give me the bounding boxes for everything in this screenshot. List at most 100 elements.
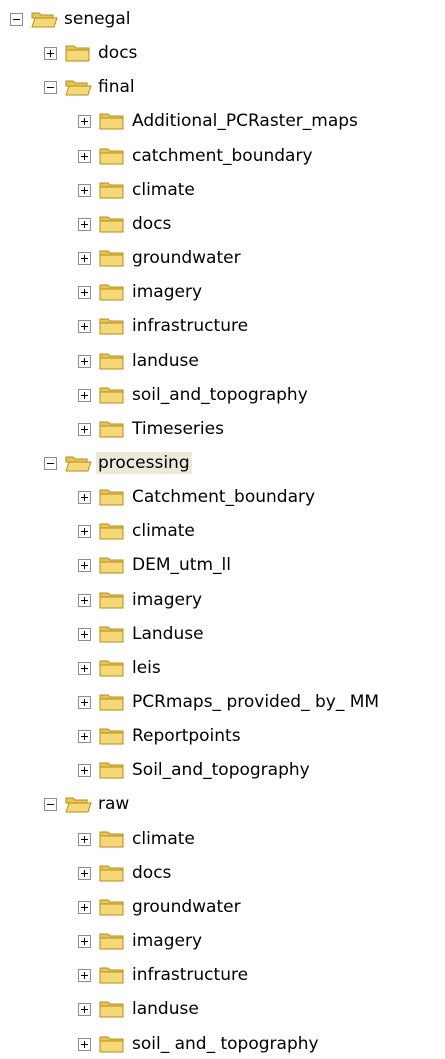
expand-icon[interactable] — [78, 149, 91, 163]
tree-node-dem-utm-ll[interactable]: DEM_utm_ll — [0, 552, 445, 578]
expand-icon[interactable] — [78, 354, 91, 368]
tree-node-final[interactable]: final — [0, 74, 445, 100]
folder-icon — [98, 862, 126, 884]
folder-icon — [98, 554, 126, 576]
tree-node-label[interactable]: processing — [96, 451, 192, 474]
expand-icon[interactable] — [78, 764, 91, 778]
expand-icon[interactable] — [78, 730, 91, 744]
expand-icon[interactable] — [78, 1003, 91, 1017]
expand-icon[interactable] — [78, 832, 91, 846]
tree-node-label[interactable]: imagery — [130, 589, 204, 611]
tree-node-label[interactable]: Reportpoints — [130, 725, 243, 747]
tree-node-label[interactable]: groundwater — [130, 896, 243, 918]
expand-icon[interactable] — [78, 969, 91, 983]
expand-icon[interactable] — [78, 661, 91, 675]
tree-node-label[interactable]: raw — [96, 793, 131, 815]
tree-node-soil-and-topography[interactable]: Soil_and_topography — [0, 757, 445, 783]
tree-node-climate[interactable]: climate — [0, 518, 445, 544]
collapse-icon[interactable] — [44, 81, 57, 95]
tree-node-docs[interactable]: docs — [0, 211, 445, 237]
tree-node-label[interactable]: Catchment_boundary — [130, 486, 317, 508]
expand-icon[interactable] — [78, 1037, 91, 1051]
expand-icon[interactable] — [78, 388, 91, 402]
tree-node-climate[interactable]: climate — [0, 177, 445, 203]
expand-icon[interactable] — [78, 900, 91, 914]
tree-node-groundwater[interactable]: groundwater — [0, 894, 445, 920]
tree-node-imagery[interactable]: imagery — [0, 928, 445, 954]
expand-icon[interactable] — [78, 422, 91, 436]
tree-node-label[interactable]: leis — [130, 657, 163, 679]
tree-node-imagery[interactable]: imagery — [0, 587, 445, 613]
expand-icon[interactable] — [78, 866, 91, 880]
folder-icon — [98, 350, 126, 372]
tree-node-label[interactable]: Landuse — [130, 623, 206, 645]
tree-node-landuse[interactable]: landuse — [0, 996, 445, 1022]
tree-node-label[interactable]: catchment_boundary — [130, 145, 315, 167]
collapse-icon[interactable] — [44, 456, 57, 470]
tree-node-leis[interactable]: leis — [0, 655, 445, 681]
tree-node-senegal[interactable]: senegal — [0, 6, 445, 32]
expand-icon[interactable] — [78, 491, 91, 505]
tree-node-landuse[interactable]: landuse — [0, 348, 445, 374]
tree-node-pcrmaps-provided-by-mm[interactable]: PCRmaps_ provided_ by_ MM — [0, 689, 445, 715]
expand-icon[interactable] — [78, 593, 91, 607]
expand-icon[interactable] — [78, 183, 91, 197]
tree-node-additional-pcraster-maps[interactable]: Additional_PCRaster_maps — [0, 108, 445, 134]
tree-node-landuse[interactable]: Landuse — [0, 621, 445, 647]
expand-icon[interactable] — [78, 935, 91, 949]
tree-node-label[interactable]: Additional_PCRaster_maps — [130, 110, 360, 132]
expand-icon[interactable] — [44, 47, 57, 61]
tree-node-label[interactable]: docs — [130, 213, 173, 235]
tree-node-timeseries[interactable]: Timeseries — [0, 416, 445, 442]
folder-icon — [98, 998, 126, 1020]
expand-icon[interactable] — [78, 217, 91, 231]
tree-node-label[interactable]: soil_and_topography — [130, 384, 310, 406]
tree-node-catchment-boundary[interactable]: Catchment_boundary — [0, 484, 445, 510]
collapse-icon[interactable] — [44, 798, 57, 812]
tree-node-label[interactable]: final — [96, 76, 137, 98]
folder-icon — [98, 589, 126, 611]
tree-node-climate[interactable]: climate — [0, 826, 445, 852]
expand-icon[interactable] — [78, 559, 91, 573]
tree-node-label[interactable]: Soil_and_topography — [130, 759, 312, 781]
expand-icon[interactable] — [78, 252, 91, 266]
tree-node-docs[interactable]: docs — [0, 860, 445, 886]
tree-node-groundwater[interactable]: groundwater — [0, 245, 445, 271]
tree-node-label[interactable]: docs — [96, 42, 139, 64]
expand-icon[interactable] — [78, 627, 91, 641]
tree-node-label[interactable]: climate — [130, 520, 197, 542]
tree-node-docs[interactable]: docs — [0, 40, 445, 66]
tree-node-label[interactable]: soil_ and_ topography — [130, 1033, 321, 1055]
tree-node-label[interactable]: DEM_utm_ll — [130, 554, 233, 576]
expand-icon[interactable] — [78, 286, 91, 300]
folder-icon — [98, 384, 126, 406]
tree-node-reportpoints[interactable]: Reportpoints — [0, 723, 445, 749]
tree-node-label[interactable]: Timeseries — [130, 418, 226, 440]
tree-node-imagery[interactable]: imagery — [0, 279, 445, 305]
expand-icon[interactable] — [78, 525, 91, 539]
tree-node-catchment-boundary[interactable]: catchment_boundary — [0, 143, 445, 169]
tree-node-label[interactable]: PCRmaps_ provided_ by_ MM — [130, 691, 381, 713]
tree-node-label[interactable]: imagery — [130, 930, 204, 952]
tree-node-label[interactable]: docs — [130, 862, 173, 884]
tree-node-label[interactable]: senegal — [62, 8, 132, 30]
folder-open-icon — [64, 793, 92, 815]
tree-node-label[interactable]: landuse — [130, 350, 201, 372]
tree-node-soil-and-topography[interactable]: soil_ and_ topography — [0, 1031, 445, 1057]
expand-icon[interactable] — [78, 696, 91, 709]
collapse-icon[interactable] — [10, 13, 23, 26]
expand-icon[interactable] — [78, 320, 91, 334]
tree-node-label[interactable]: climate — [130, 828, 197, 850]
tree-node-infrastructure[interactable]: infrastructure — [0, 313, 445, 339]
expand-icon[interactable] — [78, 115, 91, 129]
tree-node-label[interactable]: climate — [130, 179, 197, 201]
tree-node-label[interactable]: groundwater — [130, 247, 243, 269]
tree-node-infrastructure[interactable]: infrastructure — [0, 962, 445, 988]
tree-node-raw[interactable]: raw — [0, 791, 445, 817]
tree-node-label[interactable]: landuse — [130, 998, 201, 1020]
tree-node-label[interactable]: infrastructure — [130, 315, 250, 337]
tree-node-label[interactable]: imagery — [130, 281, 204, 303]
tree-node-soil-and-topography[interactable]: soil_and_topography — [0, 382, 445, 408]
tree-node-label[interactable]: infrastructure — [130, 964, 250, 986]
tree-node-processing[interactable]: processing — [0, 450, 445, 476]
